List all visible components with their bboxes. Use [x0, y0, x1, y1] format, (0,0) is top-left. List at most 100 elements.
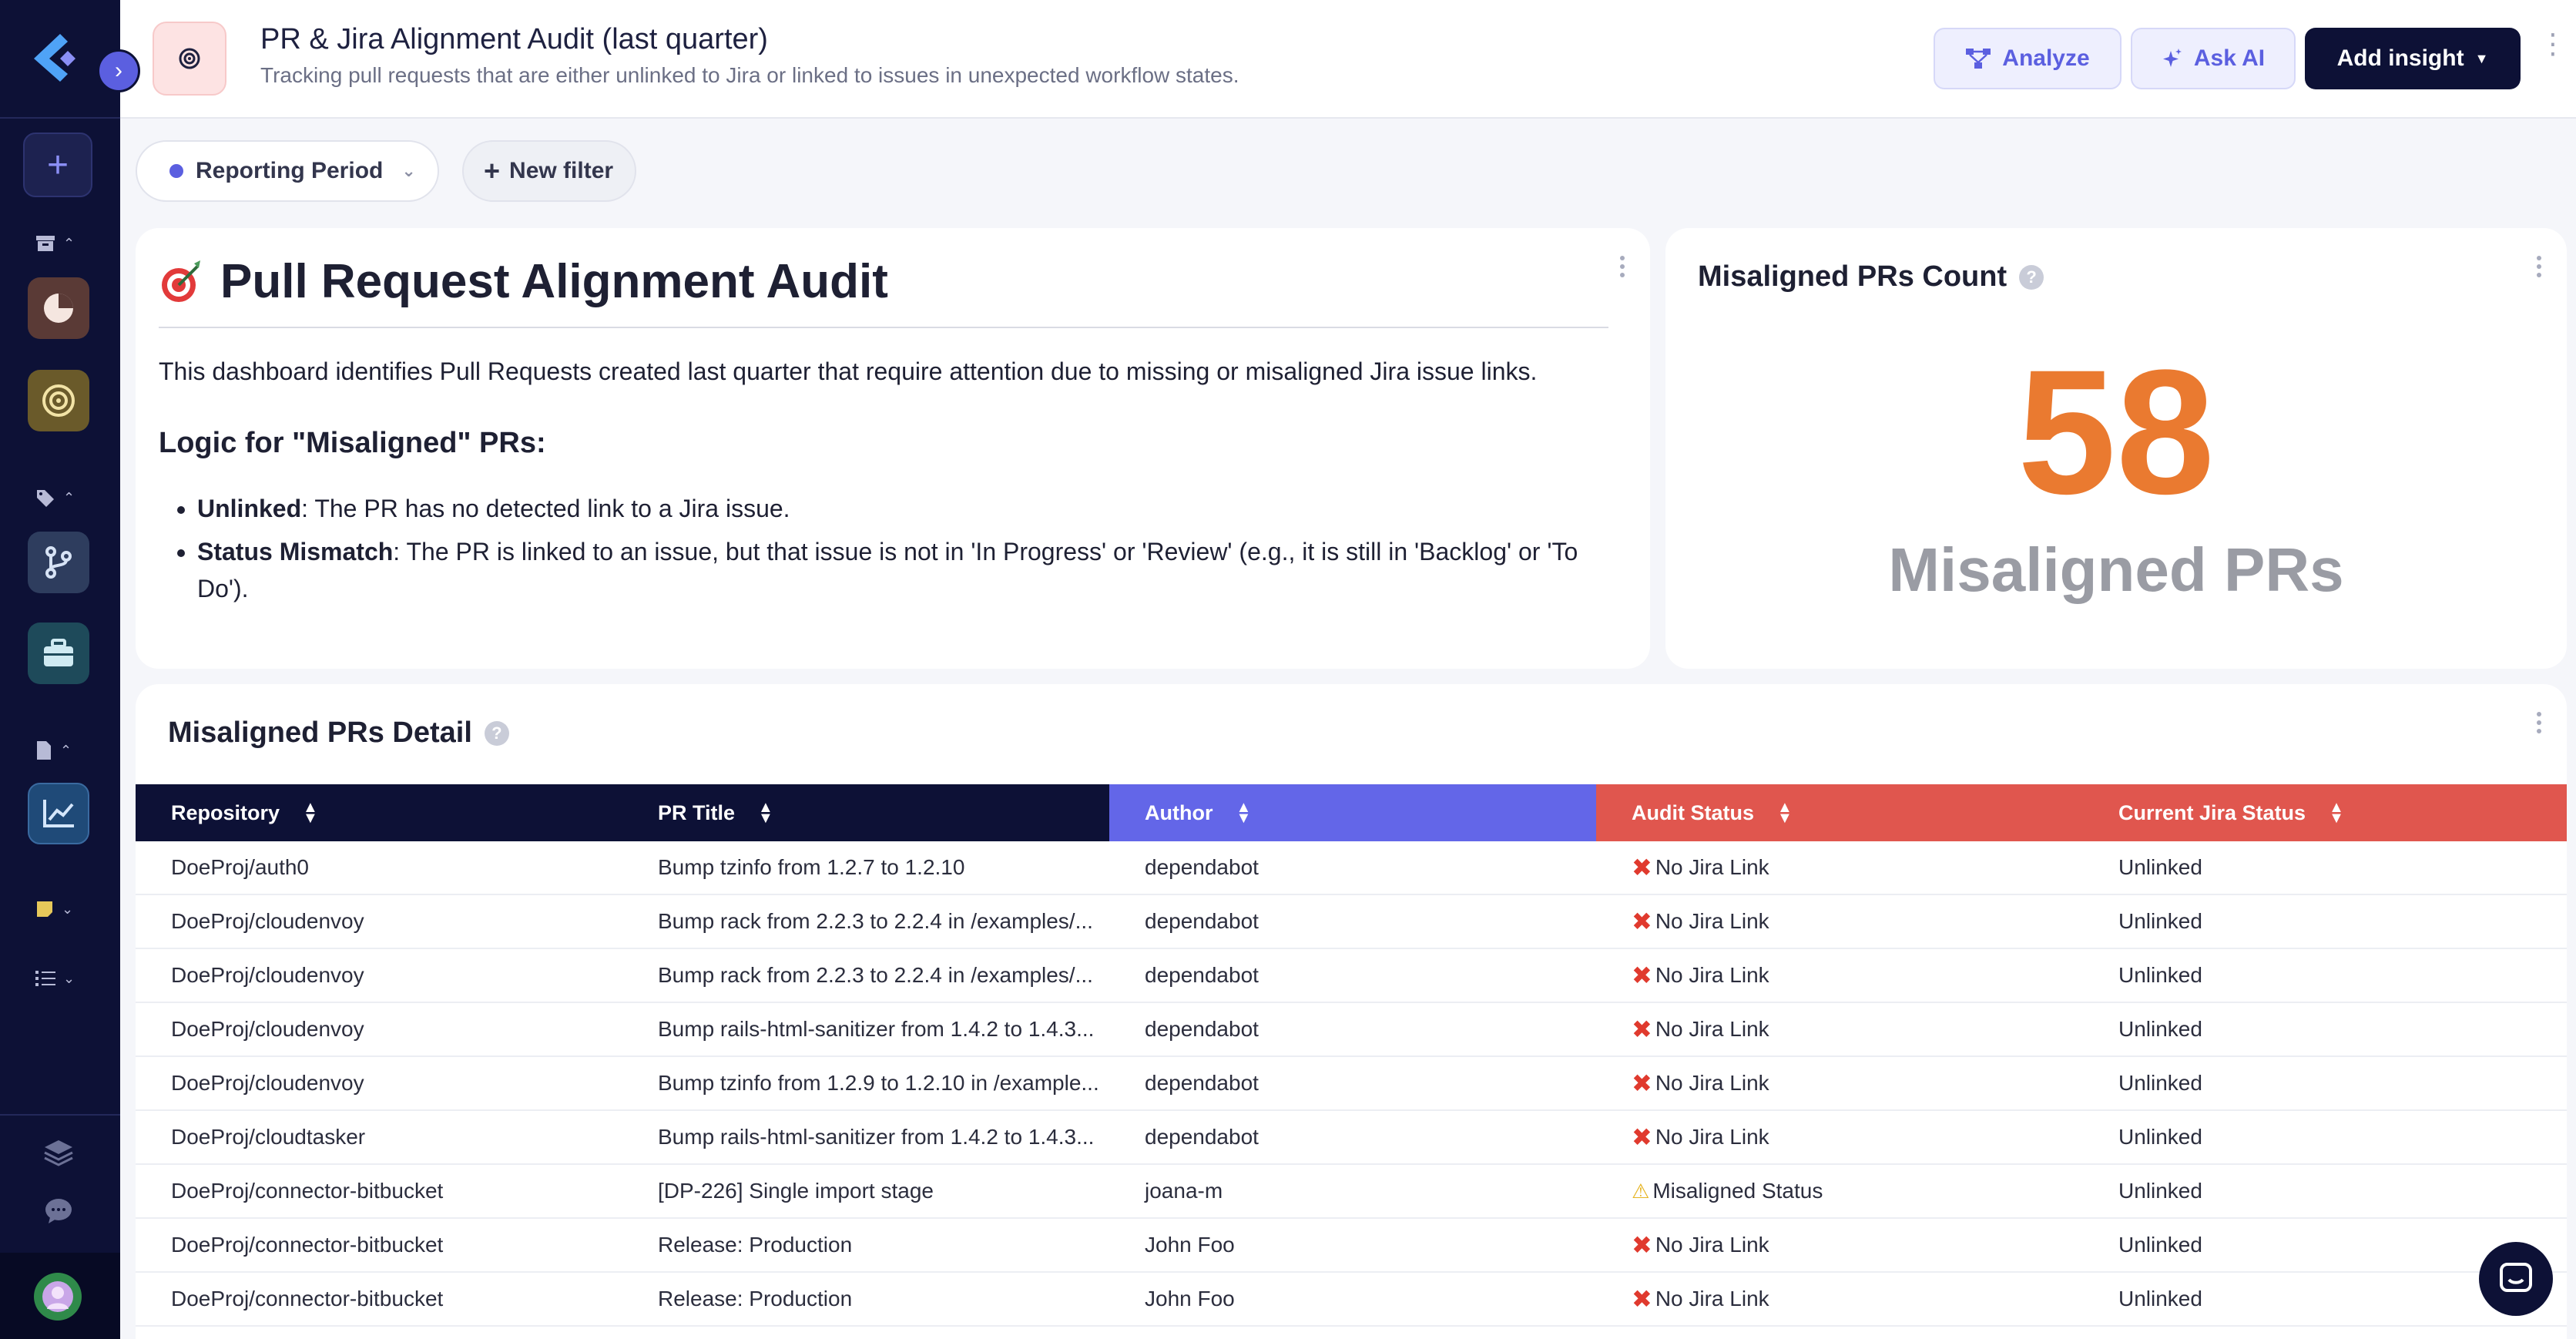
page-title: PR & Jira Alignment Audit (last quarter)	[260, 23, 768, 55]
table-row[interactable]: DoeProj/cloudenvoy Bump tzinfo from 1.2.9…	[136, 1057, 2567, 1111]
card-more-icon[interactable]	[1615, 256, 1630, 287]
table-row[interactable]: DoeProj/cloudtasker Bump rails-html-sanit…	[136, 1111, 2567, 1165]
cross-mark-icon: ✖	[1632, 1015, 1652, 1043]
table-row[interactable]: DoeProj/cloudenvoy Bump rails-html-saniti…	[136, 1003, 2567, 1057]
support-chat-button[interactable]	[2479, 1242, 2553, 1316]
column-header-label: Current Jira Status	[2118, 800, 2306, 824]
sort-icon[interactable]: ▲ ▼	[1236, 800, 1251, 826]
column-header-label: Audit Status	[1632, 800, 1754, 824]
column-header-label: PR Title	[658, 800, 736, 824]
line-chart-icon	[43, 800, 74, 827]
chat-bubble-icon[interactable]	[39, 1191, 79, 1231]
list-icon	[35, 971, 55, 986]
cell-repository: DoeProj/cloudenvoy	[171, 963, 364, 987]
sidebar-group-tags-toggle[interactable]: ⌃	[35, 484, 89, 512]
cell-repository: DoeProj/cloudenvoy	[171, 1071, 364, 1095]
cell-pr-title: [DP-226] Single import stage	[658, 1179, 934, 1203]
cell-repository: DoeProj/cloudenvoy	[171, 909, 364, 933]
column-header[interactable]: Audit Status ▲ ▼	[1596, 784, 2083, 841]
cross-mark-icon: ✖	[1632, 908, 1652, 935]
analyze-nodes-icon	[1966, 49, 1991, 69]
sidebar-group-lists-toggle[interactable]: ⌄	[35, 965, 89, 992]
chevron-down-icon: ⌄	[63, 970, 75, 986]
analyze-button[interactable]: Analyze	[1934, 28, 2122, 89]
cell-audit-status: ✖ No Jira Link	[1596, 1219, 2083, 1271]
column-header[interactable]: Author ▲ ▼	[1109, 784, 1596, 841]
sidebar-group-documents-toggle[interactable]: ⌃	[35, 737, 89, 764]
cross-mark-icon: ✖	[1632, 1285, 1652, 1313]
user-avatar[interactable]	[34, 1273, 82, 1321]
app-logo-icon[interactable]	[31, 31, 85, 85]
chevron-down-icon: ⌄	[401, 161, 416, 180]
count-card-title-text: Misaligned PRs Count	[1698, 260, 2007, 293]
cell-author: dependabot	[1145, 1125, 1259, 1149]
plus-icon: +	[484, 155, 501, 186]
header-more-icon[interactable]: ⋮	[2539, 30, 2567, 80]
cell-jira-status: Unlinked	[2118, 855, 2202, 879]
table-row[interactable]: DoeProj/auth0 Bump tzinfo from 1.2.7 to 1…	[136, 841, 2567, 895]
cell-repository: DoeProj/connector-bitbucket	[171, 1233, 444, 1257]
misaligned-count-card: Misaligned PRs Count ? 58 Misaligned PRs	[1665, 228, 2567, 669]
title-divider	[159, 327, 1608, 328]
sidebar-expand-button[interactable]: ›	[97, 49, 140, 92]
sidebar-item-line-chart[interactable]	[28, 783, 89, 844]
table-body: DoeProj/auth0 Bump tzinfo from 1.2.7 to 1…	[136, 841, 2567, 1327]
sort-icon[interactable]: ▲ ▼	[758, 800, 773, 826]
text-card-title: Pull Request Alignment Audit	[159, 254, 888, 309]
cross-mark-icon: ✖	[1632, 1231, 1652, 1259]
cell-jira-status: Unlinked	[2118, 1125, 2202, 1149]
layers-icon[interactable]	[39, 1133, 79, 1173]
warning-icon: ⚠	[1632, 1179, 1650, 1203]
misaligned-detail-card: Misaligned PRs Detail ? Repository ▲ ▼ PR T…	[136, 684, 2567, 1339]
sidebar-group-dashboards-toggle[interactable]: ⌃	[35, 230, 89, 257]
sort-icon[interactable]: ▲ ▼	[2329, 800, 2344, 826]
help-icon[interactable]: ?	[2019, 264, 2044, 290]
chevron-up-icon: ⌃	[63, 235, 75, 251]
table-row[interactable]: DoeProj/cloudenvoy Bump rack from 2.2.3 t…	[136, 949, 2567, 1003]
sidebar-item-target-dashboard[interactable]	[28, 370, 89, 431]
sidebar-divider	[0, 117, 120, 119]
sidebar-add-button[interactable]: +	[23, 133, 92, 197]
sort-icon[interactable]: ▲ ▼	[303, 800, 318, 826]
sidebar-item-git-branch[interactable]	[28, 532, 89, 593]
cell-audit-status: ✖ No Jira Link	[1596, 1273, 2083, 1325]
page-header: PR & Jira Alignment Audit (last quarter)…	[120, 0, 2576, 119]
sidebar-item-pie-dashboard[interactable]	[28, 277, 89, 339]
sidebar-divider	[0, 1114, 120, 1116]
cell-pr-title: Bump rails-html-sanitizer from 1.4.2 to …	[658, 1017, 1095, 1041]
ask-ai-button[interactable]: Ask AI	[2131, 28, 2296, 89]
count-card-title: Misaligned PRs Count ?	[1698, 260, 2044, 294]
table-row[interactable]: DoeProj/connector-bitbucket Release: Prod…	[136, 1273, 2567, 1327]
audit-status-text: No Jira Link	[1655, 1125, 1769, 1149]
tag-icon	[37, 490, 54, 507]
cell-pr-title: Release: Production	[658, 1287, 853, 1310]
table-row[interactable]: DoeProj/cloudenvoy Bump rack from 2.2.3 t…	[136, 895, 2567, 949]
sidebar-item-briefcase[interactable]	[28, 623, 89, 684]
cell-audit-status: ✖ No Jira Link	[1596, 1003, 2083, 1055]
audit-status-text: No Jira Link	[1655, 1287, 1769, 1310]
column-header[interactable]: Current Jira Status ▲ ▼	[2083, 784, 2567, 841]
sidebar-group-notes-toggle[interactable]: ⌄	[35, 895, 89, 923]
column-header[interactable]: Repository ▲ ▼	[136, 784, 622, 841]
cell-author: dependabot	[1145, 1071, 1259, 1095]
target-icon	[42, 384, 75, 417]
sort-icon[interactable]: ▲ ▼	[1777, 800, 1793, 826]
cell-author: dependabot	[1145, 855, 1259, 879]
cell-repository: DoeProj/cloudtasker	[171, 1125, 366, 1149]
add-insight-button[interactable]: Add insight ▼	[2305, 28, 2521, 89]
cell-repository: DoeProj/cloudenvoy	[171, 1017, 364, 1041]
card-more-icon[interactable]	[2531, 256, 2547, 287]
help-icon[interactable]: ?	[484, 720, 509, 746]
new-filter-button[interactable]: + New filter	[462, 140, 636, 202]
audit-status-text: Misaligned Status	[1652, 1179, 1823, 1203]
list-item-text: : The PR has no detected link to a Jira …	[301, 495, 790, 522]
cell-repository: DoeProj/connector-bitbucket	[171, 1179, 444, 1203]
cell-audit-status: ✖ No Jira Link	[1596, 1057, 2083, 1109]
audit-status-text: No Jira Link	[1655, 1233, 1769, 1257]
table-row[interactable]: DoeProj/connector-bitbucket [DP-226] Sing…	[136, 1165, 2567, 1219]
table-row[interactable]: DoeProj/connector-bitbucket Release: Prod…	[136, 1219, 2567, 1273]
reporting-period-filter[interactable]: Reporting Period ⌄	[136, 140, 439, 202]
column-header[interactable]: PR Title ▲ ▼	[622, 784, 1109, 841]
cell-author: John Foo	[1145, 1287, 1235, 1310]
card-more-icon[interactable]	[2531, 712, 2547, 743]
